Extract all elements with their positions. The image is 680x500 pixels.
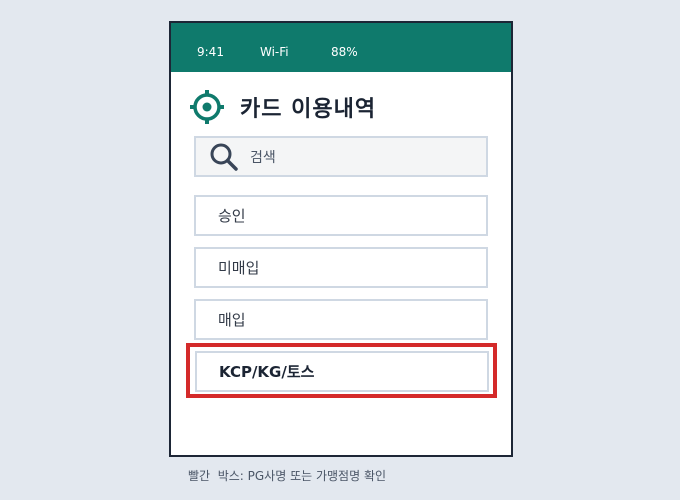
page-title: 카드 이용내역 bbox=[240, 97, 377, 122]
search-placeholder: 검색 bbox=[250, 149, 276, 166]
caption: 빨간 박스: PG사명 또는 가맹점명 확인 bbox=[188, 469, 387, 483]
search-icon bbox=[210, 143, 238, 171]
option-purchased[interactable]: 매입 bbox=[194, 299, 488, 340]
highlight-box: KCP/KG/토스 bbox=[186, 343, 497, 398]
page-header: 카드 이용내역 bbox=[189, 87, 376, 127]
target-icon bbox=[190, 90, 224, 124]
status-time: 9:41 bbox=[197, 45, 224, 59]
status-network: Wi-Fi bbox=[260, 45, 289, 59]
option-unpurchased[interactable]: 미매입 bbox=[194, 247, 488, 288]
option-label: 미매입 bbox=[218, 259, 260, 277]
status-battery: 88% bbox=[331, 45, 358, 59]
status-bar: 9:41 Wi-Fi 88% bbox=[171, 23, 511, 72]
option-label: 승인 bbox=[218, 207, 246, 225]
option-label: KCP/KG/토스 bbox=[219, 363, 315, 381]
option-label: 매입 bbox=[218, 311, 246, 329]
search-input[interactable]: 검색 bbox=[194, 136, 488, 177]
option-approved[interactable]: 승인 bbox=[194, 195, 488, 236]
phone-frame: 9:41 Wi-Fi 88% 카드 이용내역 검색 승인 미매입 매입 KCP/… bbox=[169, 21, 513, 457]
option-pg-merchant[interactable]: KCP/KG/토스 bbox=[195, 351, 489, 392]
